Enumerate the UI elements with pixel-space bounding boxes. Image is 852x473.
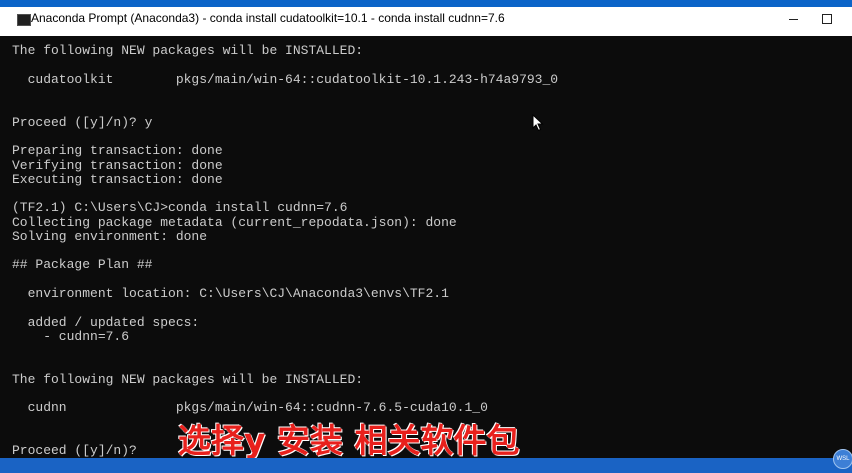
anaconda-prompt-window: Anaconda Prompt (Anaconda3) - conda inst… [0, 0, 852, 458]
minimize-button[interactable] [776, 7, 810, 36]
video-subtitle: 选择y 安装 相关软件包 [178, 421, 520, 460]
mouse-cursor-icon [532, 114, 544, 132]
console-line: environment location: C:\Users\CJ\Anacon… [12, 286, 449, 301]
console-line: - cudnn=7.6 [12, 329, 130, 344]
console-line: The following NEW packages will be INSTA… [12, 43, 364, 58]
console-line: The following NEW packages will be INSTA… [12, 372, 364, 387]
console-line: cudnn pkgs/main/win-64::cudnn-7.6.5-cuda… [12, 400, 488, 415]
console-line: Preparing transaction: done [12, 143, 223, 158]
console-line: Proceed ([y]/n)? y [12, 115, 153, 130]
console-icon [17, 14, 31, 26]
console-line: cudatoolkit pkgs/main/win-64::cudatoolki… [12, 72, 559, 87]
title-bar[interactable]: Anaconda Prompt (Anaconda3) - conda inst… [0, 0, 852, 36]
console-line: Verifying transaction: done [12, 158, 223, 173]
taskbar [0, 458, 852, 473]
console-line: (TF2.1) C:\Users\CJ>conda install cudnn=… [12, 200, 348, 215]
window-title: Anaconda Prompt (Anaconda3) - conda inst… [31, 11, 505, 25]
console-output[interactable]: The following NEW packages will be INSTA… [0, 36, 852, 458]
console-line: Collecting package metadata (current_rep… [12, 215, 457, 230]
console-line: Executing transaction: done [12, 172, 223, 187]
console-line: ## Package Plan ## [12, 257, 153, 272]
console-prompt-line: Proceed ([y]/n)? [12, 443, 137, 458]
maximize-button[interactable] [810, 7, 844, 36]
maximize-icon [822, 13, 832, 24]
minimize-icon [788, 19, 798, 20]
console-line: added / updated specs: [12, 315, 200, 330]
tray-badge-icon[interactable]: WSL [833, 449, 852, 469]
console-line: Solving environment: done [12, 229, 208, 244]
